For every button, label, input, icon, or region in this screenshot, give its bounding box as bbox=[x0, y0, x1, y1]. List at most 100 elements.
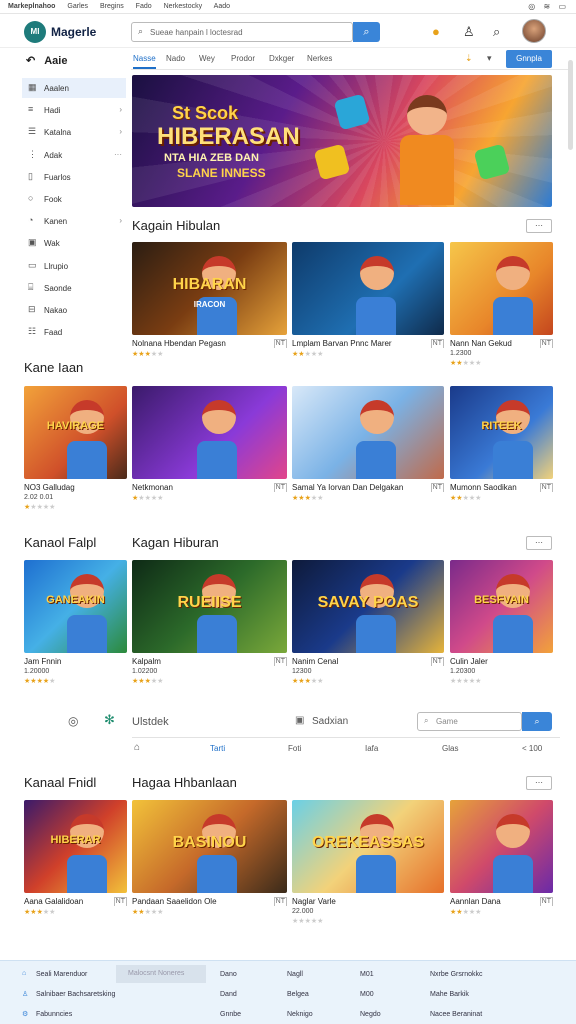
sidebar-item[interactable]: ▣ Wak bbox=[22, 233, 126, 253]
sidebar-item[interactable]: ▭ Llrupio bbox=[22, 256, 126, 276]
game-card[interactable]: Samal Ya Iorvan Dan Delgakan NT ★★★★★ bbox=[292, 386, 444, 502]
game-thumbnail[interactable]: HIBERAR bbox=[24, 800, 127, 893]
top-menu-item[interactable]: Bregins bbox=[100, 3, 124, 10]
top-menu-item[interactable]: Aado bbox=[214, 3, 230, 10]
game-card[interactable]: RITEEK Mumonn Saodikan NT ★★★★★ bbox=[450, 386, 553, 502]
tab-glas[interactable]: Glas bbox=[442, 744, 458, 753]
card-title[interactable]: Naglar Varle bbox=[292, 897, 336, 906]
tab-foti[interactable]: Foti bbox=[288, 744, 301, 753]
arrow-icon[interactable]: ↶ bbox=[26, 55, 35, 67]
game-card[interactable]: HIBERAR Aana Galalidoan NT ★★★★★ bbox=[24, 800, 127, 916]
tab-nasse[interactable]: Nasse bbox=[133, 54, 156, 69]
sidebar-item[interactable]: ≡ Hadi › bbox=[22, 100, 126, 120]
sidebar-item[interactable]: ☷ Faad bbox=[22, 322, 126, 342]
game-card[interactable]: Netkmonan NT ★★★★★ bbox=[132, 386, 287, 502]
card-title[interactable]: Jam Fnnin bbox=[24, 657, 61, 666]
search-icon[interactable]: ⌕ bbox=[493, 24, 500, 40]
chevron-down-icon[interactable]: ▾ bbox=[487, 53, 492, 64]
sidebar-item[interactable]: ⋮ Adak ··· bbox=[22, 145, 126, 165]
game-card[interactable]: Nann Nan Gekud NT 1.2300 ★★★★★ bbox=[450, 242, 553, 367]
game-card[interactable]: GANEAKIN Jam Fnnin 1.20000 ★★★★★ bbox=[24, 560, 127, 685]
notification-icon[interactable]: ● bbox=[432, 24, 440, 39]
game-thumbnail[interactable]: SAVAY POAS bbox=[292, 560, 444, 653]
settings-icon[interactable]: ◎ bbox=[68, 714, 78, 728]
card-title[interactable]: Aana Galalidoan bbox=[24, 897, 83, 906]
sidebar-item[interactable]: ⊟ Nakao bbox=[22, 300, 126, 320]
more-button[interactable]: ⋯ bbox=[526, 776, 552, 790]
footer-link[interactable]: Nxrbe Grsrnokkc bbox=[430, 971, 483, 978]
game-card[interactable]: SAVAY POAS Nanim Cenal NT 12300 ★★★★★ bbox=[292, 560, 444, 685]
footer-link[interactable]: Mahe Barkik bbox=[430, 991, 469, 998]
sidebar-item[interactable]: ◔ Kanen › bbox=[22, 211, 126, 231]
avatar[interactable] bbox=[522, 19, 546, 43]
tab-nado[interactable]: Nado bbox=[166, 54, 185, 63]
card-title[interactable]: Mumonn Saodikan bbox=[450, 483, 517, 492]
top-menu-item[interactable]: Fado bbox=[136, 3, 152, 10]
game-card[interactable]: BESFVAIN Culin Jaler 1.20300 ★★★★★ bbox=[450, 560, 553, 685]
sidebar-item[interactable]: ☰ Katalna › bbox=[22, 122, 126, 142]
footer-link[interactable]: Belgea bbox=[287, 991, 309, 998]
footer-link[interactable]: Dand bbox=[220, 991, 237, 998]
game-thumbnail[interactable]: BESFVAIN bbox=[450, 560, 553, 653]
scrollbar[interactable] bbox=[568, 60, 573, 150]
tab-count[interactable]: < 100 bbox=[522, 744, 542, 753]
game-thumbnail[interactable]: HAVIRAGE bbox=[24, 386, 127, 479]
card-title[interactable]: Nanim Cenal bbox=[292, 657, 338, 666]
game-thumbnail[interactable]: RUEIISE bbox=[132, 560, 287, 653]
game-thumbnail[interactable] bbox=[450, 242, 553, 335]
game-card[interactable]: HIBARAN IRACON Nolnana Hbendan Pegasn NT ★★★… bbox=[132, 242, 287, 358]
footer-link[interactable]: Negdo bbox=[360, 1011, 381, 1018]
mini-search-input[interactable]: ⌕ Game bbox=[417, 712, 522, 731]
card-title[interactable]: Pandaan Saaelidon Ole bbox=[132, 897, 217, 906]
card-title[interactable]: Nann Nan Gekud bbox=[450, 339, 512, 348]
card-title[interactable]: Netkmonan bbox=[132, 483, 173, 492]
footer-link[interactable]: Gnnbe bbox=[220, 1011, 241, 1018]
game-thumbnail[interactable] bbox=[292, 386, 444, 479]
game-thumbnail[interactable] bbox=[292, 242, 444, 335]
top-menu-item[interactable]: Markeplnahoo bbox=[8, 3, 55, 10]
search-button[interactable]: ⌕ bbox=[353, 22, 380, 42]
tab-nerkes[interactable]: Nerkes bbox=[307, 54, 332, 63]
tab-prodor[interactable]: Prodor bbox=[231, 54, 255, 63]
flower-icon[interactable]: ✻ bbox=[104, 712, 115, 728]
footer-link[interactable]: Seali Marenduor bbox=[36, 971, 87, 978]
game-card[interactable]: Lmplam Barvan Pnnc Marer NT ★★★★★ bbox=[292, 242, 444, 358]
tab-wey[interactable]: Wey bbox=[199, 54, 215, 63]
game-card[interactable]: OREKEASSAS Naglar Varle 22.000 ★★★★★ bbox=[292, 800, 444, 925]
game-thumbnail[interactable]: BASINOU bbox=[132, 800, 287, 893]
game-thumbnail[interactable]: OREKEASSAS bbox=[292, 800, 444, 893]
tab-dxkger[interactable]: Dxkger bbox=[269, 54, 294, 63]
game-card[interactable]: BASINOU Pandaan Saaelidon Ole NT ★★★★★ bbox=[132, 800, 287, 916]
search-input[interactable]: ⌕ Sueae hanpain l loctesrad bbox=[131, 22, 353, 42]
game-card[interactable]: RUEIISE Kalpalm NT 1.02200 ★★★★★ bbox=[132, 560, 287, 685]
footer-link[interactable]: Neknigo bbox=[287, 1011, 313, 1018]
top-menu-item[interactable]: Garles bbox=[67, 3, 88, 10]
footer-link[interactable]: Dano bbox=[220, 971, 237, 978]
game-thumbnail[interactable] bbox=[450, 800, 553, 893]
primary-button[interactable]: Gnnpla bbox=[506, 50, 552, 68]
home-icon[interactable]: ⌂ bbox=[134, 742, 140, 753]
filter-icon[interactable]: ⇣ bbox=[465, 53, 473, 64]
more-button[interactable]: ⋯ bbox=[526, 536, 552, 550]
sidebar-item[interactable]: ▯ Fuarlos bbox=[22, 167, 126, 187]
game-thumbnail[interactable]: GANEAKIN bbox=[24, 560, 127, 653]
card-title[interactable]: Lmplam Barvan Pnnc Marer bbox=[292, 339, 392, 348]
footer-chip[interactable]: Malocsnt Noneres bbox=[116, 965, 206, 983]
game-card[interactable]: HAVIRAGE NO3 Galludag 2.02 0.01 ★★★★★ bbox=[24, 386, 127, 511]
footer-link[interactable]: Fabunncies bbox=[36, 1011, 72, 1018]
card-title[interactable]: Nolnana Hbendan Pegasn bbox=[132, 339, 226, 348]
hero-banner[interactable]: St Scok HIBERASAN NTA HIA ZEB DAN SLANE … bbox=[132, 75, 552, 207]
game-card[interactable]: Aannlan Dana NT ★★★★★ bbox=[450, 800, 553, 916]
card-title[interactable]: Samal Ya Iorvan Dan Delgakan bbox=[292, 483, 403, 492]
sidebar-item[interactable]: ▦ Aaalen bbox=[22, 78, 126, 98]
tab-tarti[interactable]: Tarti bbox=[210, 744, 225, 753]
game-thumbnail[interactable]: HIBARAN IRACON bbox=[132, 242, 287, 335]
card-title[interactable]: NO3 Galludag bbox=[24, 483, 75, 492]
tab-iafa[interactable]: Iafa bbox=[365, 744, 378, 753]
game-thumbnail[interactable]: RITEEK bbox=[450, 386, 553, 479]
card-title[interactable]: Kalpalm bbox=[132, 657, 161, 666]
sidebar-item[interactable]: ○ Fook bbox=[22, 189, 126, 209]
game-thumbnail[interactable] bbox=[132, 386, 287, 479]
card-title[interactable]: Aannlan Dana bbox=[450, 897, 501, 906]
footer-link[interactable]: Salnibaer Bachsaretsking bbox=[36, 991, 115, 998]
